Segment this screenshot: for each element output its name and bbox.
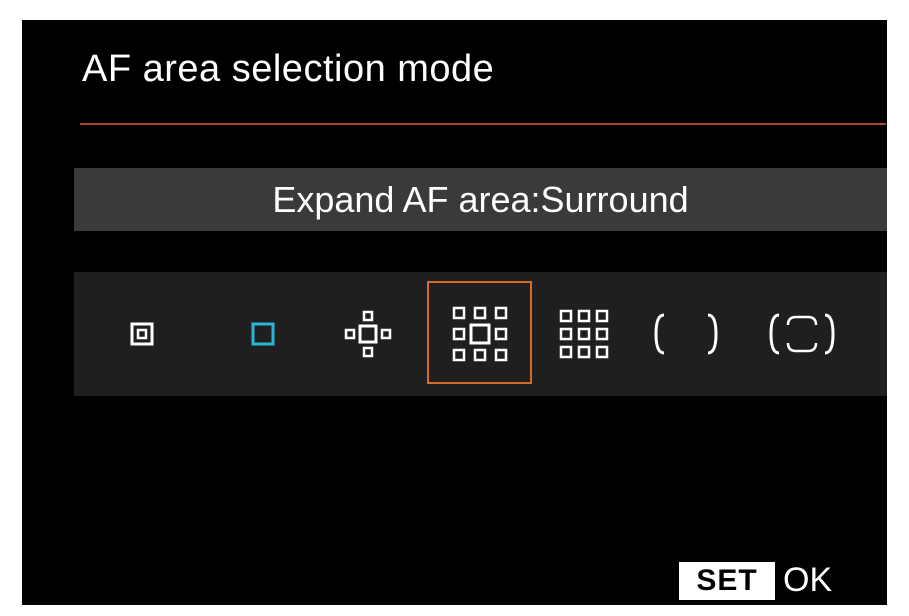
current-mode-label: Expand AF area:Surround xyxy=(74,168,887,231)
af-menu-screen: AF area selection mode Expand AF area:Su… xyxy=(22,20,887,605)
expand-af-area-icon[interactable] xyxy=(338,272,398,396)
set-button[interactable]: SET xyxy=(679,561,775,600)
title-divider xyxy=(80,123,886,125)
large-zone-af-icon[interactable] xyxy=(648,272,724,396)
current-mode-text: Expand AF area:Surround xyxy=(272,178,689,220)
single-point-af-icon[interactable] xyxy=(235,272,291,396)
zone-af-icon[interactable] xyxy=(556,272,612,396)
af-mode-selector xyxy=(74,272,887,396)
set-ok-hint[interactable]: SET OK xyxy=(679,561,832,600)
page-title: AF area selection mode xyxy=(82,48,495,90)
expand-af-area-surround-icon[interactable] xyxy=(427,272,532,396)
ok-label: OK xyxy=(783,561,833,599)
auto-selection-af-icon[interactable] xyxy=(764,272,840,396)
spot-af-icon[interactable] xyxy=(114,272,170,396)
